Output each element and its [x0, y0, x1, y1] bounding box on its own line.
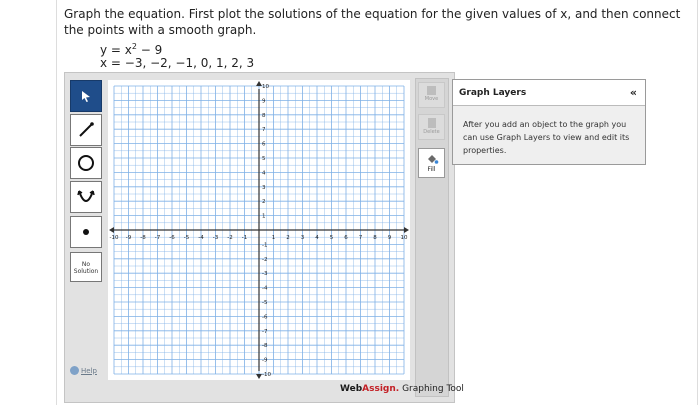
- y-tick-label: 8: [262, 113, 266, 119]
- move-icon: [427, 86, 436, 95]
- parabola-tool-button[interactable]: [70, 181, 102, 213]
- y-tick-label: -4: [262, 286, 268, 292]
- y-tick-label: 9: [262, 98, 266, 104]
- arrow-pointer-icon: [82, 91, 90, 102]
- x-tick-label: 9: [388, 235, 392, 241]
- y-tick-label: 10: [262, 84, 269, 90]
- y-tick-label: -2: [262, 257, 267, 263]
- x-tick-label: -1: [242, 235, 247, 241]
- x-tick-label: 7: [359, 235, 363, 241]
- x-tick-label: -10: [110, 235, 119, 241]
- delete-button[interactable]: Delete: [418, 114, 445, 140]
- x-tick-label: -5: [184, 235, 190, 241]
- x-tick-label: 8: [373, 235, 377, 241]
- x-tick-label: 1: [272, 235, 276, 241]
- x-tick-label: -7: [155, 235, 161, 241]
- x-values: x = −3, −2, −1, 0, 1, 2, 3: [100, 56, 255, 70]
- x-tick-label: -9: [126, 235, 132, 241]
- fill-button[interactable]: Fill: [418, 148, 445, 178]
- x-tick-label: 10: [401, 235, 408, 241]
- y-tick-label: 1: [262, 214, 266, 220]
- x-tick-label: -8: [140, 235, 146, 241]
- equation: y = x2 − 9: [100, 42, 163, 57]
- y-tick-label: -10: [262, 372, 271, 378]
- graph-layers-help-text: After you add an object to the graph you…: [463, 120, 630, 155]
- help-link[interactable]: Help: [70, 366, 97, 375]
- line-segment-icon: [79, 122, 94, 137]
- webassign-branding: WebAssign. Graphing Tool: [340, 384, 464, 394]
- x-tick-label: 2: [286, 235, 290, 241]
- x-tick-label: -2: [227, 235, 232, 241]
- y-tick-label: 4: [262, 170, 266, 176]
- graph-layers-header: Graph Layers «: [453, 80, 645, 106]
- y-tick-label: -3: [262, 271, 268, 277]
- x-tick-label: 5: [330, 235, 334, 241]
- point-icon: [83, 229, 89, 235]
- y-tick-label: 6: [262, 142, 266, 148]
- trash-icon: [427, 118, 436, 128]
- y-tick-label: 7: [262, 127, 266, 133]
- graph-layers-panel: Graph Layers « After you add an object t…: [452, 79, 646, 165]
- pointer-tool-button[interactable]: [70, 80, 102, 112]
- move-button[interactable]: Move: [418, 82, 445, 108]
- x-tick-label: -3: [213, 235, 219, 241]
- paint-bucket-icon: [427, 155, 438, 164]
- y-tick-label: 5: [262, 156, 266, 162]
- point-tool-button[interactable]: [70, 216, 102, 248]
- circle-icon: [78, 155, 94, 171]
- y-tick-label: -6: [262, 314, 268, 320]
- x-tick-label: -4: [198, 235, 204, 241]
- question-text: Graph the equation. First plot the solut…: [64, 7, 681, 37]
- help-icon: [70, 366, 79, 375]
- x-tick-label: 4: [315, 235, 319, 241]
- line-tool-button[interactable]: [70, 114, 102, 146]
- x-tick-label: -6: [169, 235, 175, 241]
- no-solution-button[interactable]: No Solution: [70, 252, 102, 282]
- collapse-icon[interactable]: «: [630, 86, 637, 99]
- circle-tool-button[interactable]: [70, 147, 102, 179]
- parabola-icon: [77, 190, 95, 202]
- y-tick-label: -8: [262, 343, 268, 349]
- graph-layers-title: Graph Layers: [459, 88, 527, 98]
- y-tick-label: 3: [262, 185, 266, 191]
- graph-canvas[interactable]: -10 -9 -8 -7 -6 -5 -4 -3 -2 -1 1 2 3 4 5 6 7 8 9 10 10 9 8 7 6 5 4…: [108, 80, 410, 380]
- y-tick-label: -9: [262, 358, 268, 364]
- x-tick-label: 6: [344, 235, 348, 241]
- x-tick-label: 3: [301, 235, 305, 241]
- y-tick-label: -1: [262, 242, 267, 248]
- y-tick-label: -7: [262, 329, 268, 335]
- y-tick-label: 2: [262, 199, 266, 205]
- y-tick-label: -5: [262, 300, 268, 306]
